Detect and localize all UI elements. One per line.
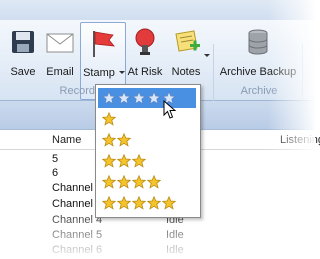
stamp-menu-item-3-stars[interactable] [98,151,196,171]
mouse-cursor-icon [163,100,177,119]
at-risk-icon [129,26,161,58]
at-risk-label: At Risk [127,66,163,78]
star-icon [132,175,146,189]
stamp-menu-item-2-stars[interactable] [98,130,196,150]
database-icon [242,26,274,58]
star-icon [117,133,131,147]
email-label: Email [46,66,74,78]
channel-status: Idle [166,229,184,241]
star-icon [147,196,161,210]
star-icon [147,175,161,189]
star-icon [117,154,131,168]
notes-label: Notes [171,66,201,78]
star-icon [147,91,161,105]
stamp-menu-item-4-stars[interactable] [98,172,196,192]
star-icon [117,91,131,105]
notes-icon [170,26,202,58]
stamp-menu-item-5-stars[interactable] [98,88,196,108]
archive-backup-label: Archive Backup [219,66,297,78]
notes-button[interactable]: Notes [166,24,210,90]
email-button[interactable]: Email [44,24,76,90]
table-row[interactable]: Channel 5 Idle [0,228,315,244]
save-disk-icon [7,26,39,58]
stamp-dropdown-menu [95,84,201,218]
channel-name: Channel 5 [52,229,103,241]
star-icon [132,154,146,168]
flag-icon [87,27,119,59]
channel-name: Channel 6 [52,244,103,256]
star-icon [132,196,146,210]
chevron-down-icon[interactable] [119,71,125,74]
stamp-menu-item-1-stars[interactable] [98,109,196,129]
star-icon [102,133,116,147]
archive-group-label: Archive [240,85,278,97]
channel-name: Channel [52,198,93,210]
stamp-menu-item-5-stars[interactable] [98,193,196,213]
column-header-listening[interactable]: Listening [280,134,320,146]
star-icon [102,154,116,168]
save-button[interactable]: Save [6,24,40,90]
star-icon [102,175,116,189]
column-header-name[interactable]: Name [52,134,81,146]
table-row[interactable]: Channel 6 Idle [0,243,315,259]
channel-status: Idle [166,244,184,256]
stamp-label: Stamp [83,67,115,79]
archive-backup-button[interactable]: Archive Backup [220,24,296,90]
star-icon [117,196,131,210]
channel-name: 6 [52,167,59,179]
envelope-icon [44,26,76,58]
star-icon [102,91,116,105]
channel-name: 5 [52,153,59,165]
at-risk-button[interactable]: At Risk [128,24,162,90]
channel-name: Channel [52,182,93,194]
save-label: Save [10,66,36,78]
star-icon [102,196,116,210]
chevron-down-icon[interactable] [204,54,210,57]
star-icon [117,175,131,189]
star-icon [102,112,116,126]
ribbon-tab-strip [0,0,315,20]
star-icon [162,196,176,210]
star-icon [132,91,146,105]
